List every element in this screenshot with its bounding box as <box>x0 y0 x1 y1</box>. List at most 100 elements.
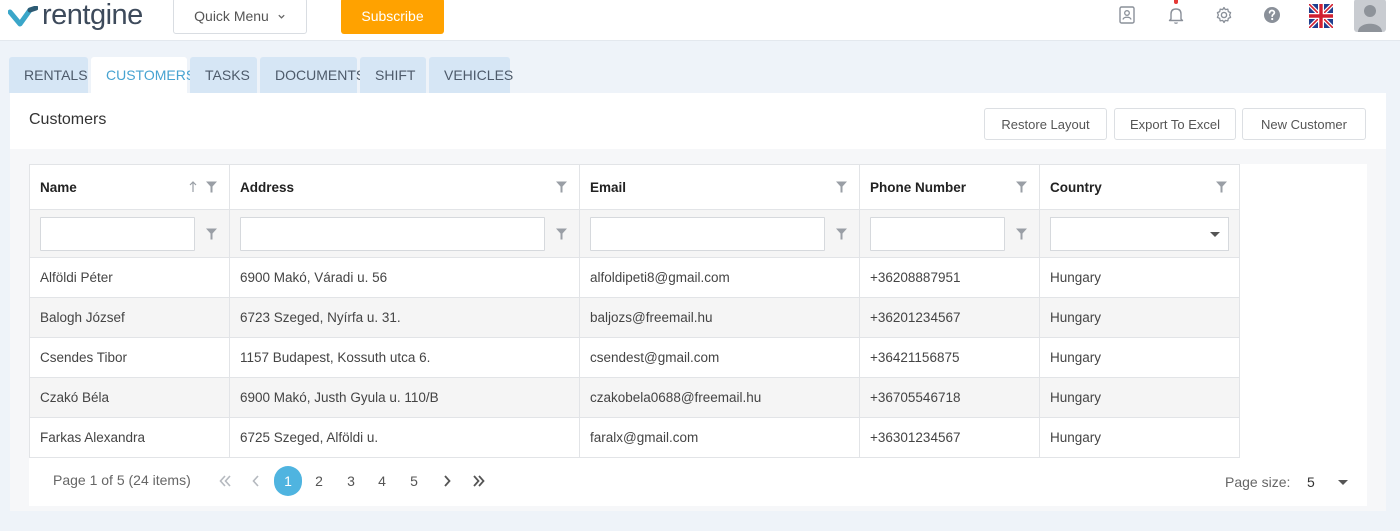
cell-phone: +36705546718 <box>859 377 1040 418</box>
name-filter-input[interactable] <box>40 216 195 251</box>
new-customer-label: New Customer <box>1261 116 1347 132</box>
notification-badge <box>1174 0 1178 4</box>
last-page-button[interactable] <box>465 466 493 496</box>
filter-icon[interactable] <box>1216 181 1227 193</box>
tab-label: DOCUMENTS <box>275 67 366 83</box>
notifications-icon[interactable] <box>1165 4 1187 26</box>
filter-icon[interactable] <box>206 181 217 193</box>
module-tabs: RENTALS CUSTOMERS TASKS DOCUMENTS SHIFT … <box>9 57 514 93</box>
table-row[interactable]: Balogh József 6723 Szeged, Nyírfa u. 31.… <box>29 297 1240 338</box>
country-filter-select[interactable] <box>1050 216 1229 251</box>
filter-cell-country <box>1039 209 1240 258</box>
column-header-phone[interactable]: Phone Number <box>859 164 1040 210</box>
question-circle-icon <box>1264 7 1280 23</box>
settings-icon[interactable] <box>1213 4 1235 26</box>
column-header-address[interactable]: Address <box>229 164 580 210</box>
cell-address: 6900 Makó, Justh Gyula u. 110/B <box>229 377 580 418</box>
email-filter-input[interactable] <box>590 216 825 251</box>
page-size-caret-icon[interactable] <box>1338 480 1348 485</box>
tab-vehicles[interactable]: VEHICLES <box>429 57 514 93</box>
user-avatar[interactable] <box>1354 0 1386 32</box>
cell-phone: +36201234567 <box>859 297 1040 338</box>
table-row[interactable]: Farkas Alexandra 6725 Szeged, Alföldi u.… <box>29 417 1240 458</box>
tab-tasks[interactable]: TASKS <box>190 57 257 93</box>
logo[interactable]: rentgine <box>8 0 143 34</box>
address-filter-input[interactable] <box>240 216 545 251</box>
filter-icon[interactable] <box>556 181 567 193</box>
cell-phone: +36301234567 <box>859 417 1040 458</box>
table-row[interactable]: Czakó Béla 6900 Makó, Justh Gyula u. 110… <box>29 377 1240 418</box>
new-customer-button[interactable]: New Customer <box>1242 108 1366 140</box>
cell-country: Hungary <box>1039 257 1240 298</box>
prev-page-button[interactable] <box>242 466 270 496</box>
cell-phone: +36421156875 <box>859 337 1040 378</box>
tab-label: TASKS <box>205 67 250 83</box>
customers-grid: Name Address Email Phone Number Country … <box>29 164 1367 506</box>
language-selector[interactable] <box>1309 4 1333 28</box>
uk-flag-icon <box>1309 4 1333 28</box>
column-label: Country <box>1050 179 1102 195</box>
column-header-country[interactable]: Country <box>1039 164 1240 210</box>
page-button-3[interactable]: 3 <box>337 466 365 496</box>
table-row[interactable]: Csendes Tibor 1157 Budapest, Kossuth utc… <box>29 337 1240 378</box>
tab-shift[interactable]: SHIFT <box>360 57 426 93</box>
tab-rentals[interactable]: RENTALS <box>9 57 88 93</box>
pager: Page 1 of 5 (24 items) 1 2 3 4 5 Page si… <box>29 460 1367 500</box>
cell-country: Hungary <box>1039 337 1240 378</box>
contact-book-icon <box>1119 6 1135 24</box>
customers-panel: Customers Restore Layout Export To Excel… <box>10 93 1386 511</box>
filter-icon[interactable] <box>556 228 567 239</box>
quick-menu-dropdown[interactable]: Quick Menu <box>173 0 307 34</box>
tab-documents[interactable]: DOCUMENTS <box>260 57 365 93</box>
user-icon <box>1358 5 1382 32</box>
tab-customers[interactable]: CUSTOMERS <box>91 57 195 93</box>
top-bar: rentgine Quick Menu Subscribe <box>0 0 1400 41</box>
page-button-5[interactable]: 5 <box>400 466 428 496</box>
cell-address: 6723 Szeged, Nyírfa u. 31. <box>229 297 580 338</box>
cell-country: Hungary <box>1039 417 1240 458</box>
chevron-down-icon <box>278 14 285 19</box>
logo-mark-icon <box>8 6 38 27</box>
restore-layout-button[interactable]: Restore Layout <box>984 108 1107 140</box>
subscribe-button[interactable]: Subscribe <box>341 0 444 34</box>
panel-header: Customers Restore Layout Export To Excel… <box>10 93 1386 149</box>
cell-country: Hungary <box>1039 297 1240 338</box>
help-icon[interactable] <box>1261 4 1283 26</box>
filter-icon[interactable] <box>1016 228 1027 239</box>
column-label: Email <box>590 179 627 195</box>
table-row[interactable]: Alföldi Péter 6900 Makó, Váradi u. 56 al… <box>29 257 1240 298</box>
first-page-button[interactable] <box>211 466 239 496</box>
next-page-button[interactable] <box>433 466 461 496</box>
cell-name: Balogh József <box>29 297 230 338</box>
quick-menu-label: Quick Menu <box>194 8 269 24</box>
tab-label: SHIFT <box>375 67 416 83</box>
double-chevron-left-icon <box>219 475 231 487</box>
column-header-name[interactable]: Name <box>29 164 230 210</box>
filter-cell-phone <box>859 209 1040 258</box>
filter-icon[interactable] <box>836 228 847 239</box>
page-button-4[interactable]: 4 <box>368 466 396 496</box>
cell-name: Alföldi Péter <box>29 257 230 298</box>
phone-filter-input[interactable] <box>870 216 1005 251</box>
page-size-select[interactable]: 5 <box>1307 474 1315 490</box>
column-header-email[interactable]: Email <box>579 164 860 210</box>
column-label: Address <box>240 179 295 195</box>
export-label: Export To Excel <box>1129 116 1221 132</box>
filter-icon[interactable] <box>206 228 217 239</box>
page-number: 5 <box>410 473 418 489</box>
page-button-1[interactable]: 1 <box>274 466 302 496</box>
sort-ascending-icon[interactable] <box>189 181 197 193</box>
logo-text: rentgine <box>42 0 143 31</box>
page-title: Customers <box>29 111 107 128</box>
filter-icon[interactable] <box>1016 181 1027 193</box>
filter-icon[interactable] <box>836 181 847 193</box>
export-to-excel-button[interactable]: Export To Excel <box>1114 108 1236 140</box>
page-number: 1 <box>284 473 292 489</box>
restore-layout-label: Restore Layout <box>1001 116 1090 132</box>
filter-cell-name <box>29 209 230 258</box>
page-button-2[interactable]: 2 <box>305 466 333 496</box>
bell-icon <box>1168 8 1184 24</box>
tab-label: VEHICLES <box>444 67 514 83</box>
cell-name: Czakó Béla <box>29 377 230 418</box>
contacts-icon[interactable] <box>1116 4 1138 26</box>
